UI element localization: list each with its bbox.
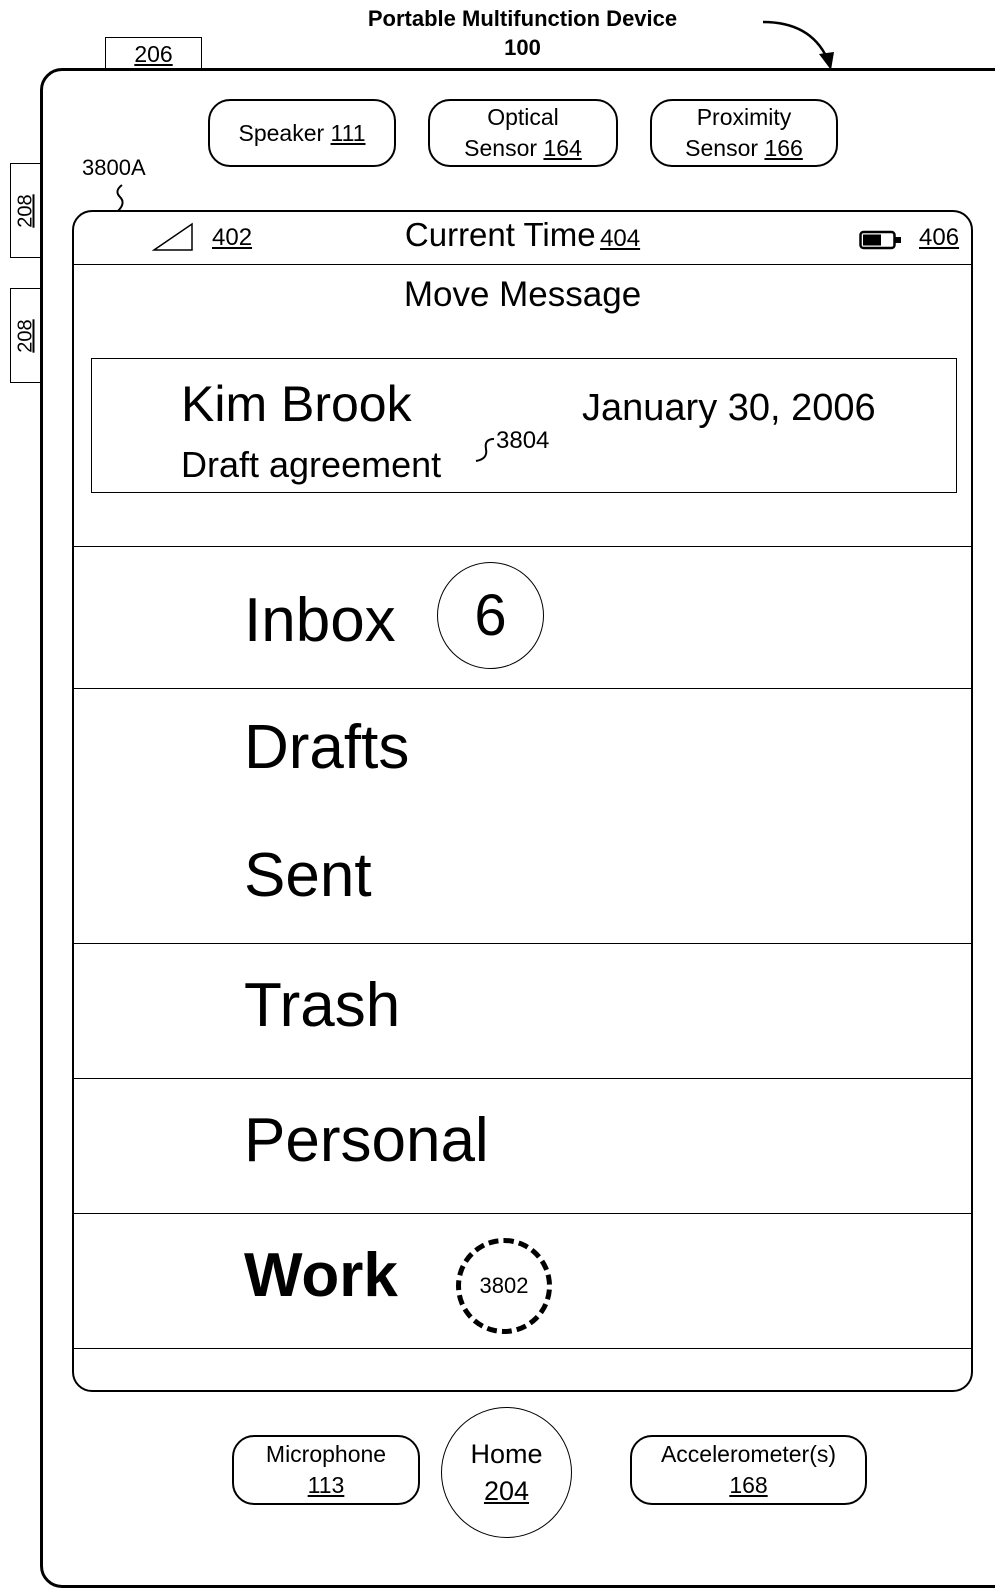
leader-line bbox=[475, 438, 495, 462]
divider bbox=[74, 1213, 971, 1214]
home-ref: 204 bbox=[483, 1475, 530, 1506]
folder-drafts[interactable]: Drafts bbox=[74, 690, 971, 815]
speaker-ref: 111 bbox=[330, 119, 366, 146]
top-button[interactable]: 206 bbox=[105, 37, 202, 70]
message-date: January 30, 2006 bbox=[582, 387, 876, 429]
unread-badge: 6 bbox=[437, 562, 544, 669]
side-button-lower-ref: 208 bbox=[14, 318, 37, 353]
optical-sensor-label: Optical bbox=[487, 104, 559, 130]
optical-sensor-ref: 164 bbox=[543, 135, 582, 161]
proximity-sensor-label: Proximity bbox=[696, 104, 792, 130]
battery-icon bbox=[859, 230, 901, 250]
speaker-label: Speaker bbox=[238, 119, 325, 146]
figure-title: Portable Multifunction Device bbox=[367, 6, 678, 31]
proximity-sensor-label-2: Sensor bbox=[685, 135, 759, 161]
battery-ref: 406 bbox=[919, 224, 960, 251]
divider bbox=[74, 546, 971, 547]
folder-sent-label: Sent bbox=[244, 841, 372, 910]
screen-ref: 3800A bbox=[82, 155, 146, 180]
microphone-label: Microphone bbox=[265, 1441, 387, 1467]
folder-drafts-label: Drafts bbox=[244, 713, 410, 782]
divider bbox=[74, 688, 971, 689]
microphone-ref: 113 bbox=[307, 1472, 345, 1498]
folder-inbox[interactable]: Inbox 6 bbox=[74, 548, 971, 688]
message-summary: Kim Brook January 30, 2006 Draft agreeme… bbox=[91, 358, 957, 493]
top-button-ref: 206 bbox=[134, 41, 173, 67]
optical-sensor-label-2: Sensor bbox=[464, 135, 538, 161]
folder-trash[interactable]: Trash bbox=[74, 945, 971, 1078]
screen-title: Move Message bbox=[403, 275, 642, 314]
folder-trash-label: Trash bbox=[244, 971, 401, 1040]
folder-inbox-label: Inbox bbox=[244, 586, 396, 655]
side-button-upper-ref: 208 bbox=[14, 193, 37, 228]
divider bbox=[74, 1348, 971, 1349]
divider bbox=[74, 1078, 971, 1079]
touch-screen: 402 Current Time 404 406 Move Message Ki… bbox=[72, 210, 973, 1392]
message-ref: 3804 bbox=[496, 427, 550, 454]
message-subject: Draft agreement bbox=[181, 444, 442, 485]
message-sender: Kim Brook bbox=[181, 376, 412, 432]
accelerometer-ref: 168 bbox=[729, 1472, 768, 1498]
folder-sent[interactable]: Sent bbox=[74, 815, 971, 943]
accelerometer-label: Accelerometer(s) bbox=[660, 1441, 837, 1467]
microphone: Microphone 113 bbox=[232, 1435, 420, 1505]
optical-sensor: Optical Sensor 164 bbox=[428, 99, 618, 167]
folder-work-label: Work bbox=[244, 1241, 398, 1310]
side-button-upper[interactable]: 208 bbox=[10, 163, 42, 258]
divider bbox=[74, 943, 971, 944]
current-time: Current Time bbox=[404, 216, 596, 253]
folder-work[interactable]: Work 3802 bbox=[74, 1215, 971, 1348]
time-ref: 404 bbox=[600, 225, 641, 252]
accelerometer: Accelerometer(s) 168 bbox=[630, 1435, 867, 1505]
proximity-sensor: Proximity Sensor 166 bbox=[650, 99, 838, 167]
touch-contact-ref: 3802 bbox=[456, 1238, 552, 1334]
folder-personal-label: Personal bbox=[244, 1106, 489, 1175]
home-label: Home bbox=[470, 1438, 543, 1469]
folder-personal[interactable]: Personal bbox=[74, 1080, 971, 1213]
speaker: Speaker 111 bbox=[208, 99, 396, 167]
proximity-sensor-ref: 166 bbox=[764, 135, 803, 161]
status-time: Current Time 404 bbox=[74, 216, 971, 254]
home-button[interactable]: Home 204 bbox=[441, 1407, 572, 1538]
status-divider bbox=[74, 264, 971, 265]
side-button-lower[interactable]: 208 bbox=[10, 288, 42, 383]
arrow-icon bbox=[762, 20, 834, 70]
